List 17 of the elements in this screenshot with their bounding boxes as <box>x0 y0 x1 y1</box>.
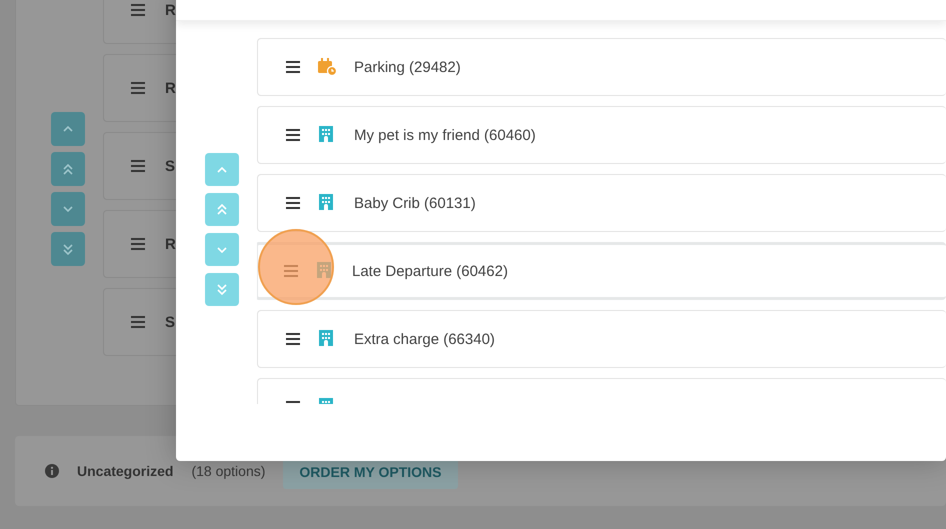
option-row[interactable]: My pet is my friend (60460) <box>257 106 946 164</box>
option-label: Parking (29482) <box>354 58 461 76</box>
option-label: Late Departure (60462) <box>352 262 508 280</box>
option-label: S <box>165 158 176 174</box>
option-label: R <box>165 2 176 18</box>
option-row[interactable]: Parking (29482) <box>257 38 946 96</box>
option-row[interactable]: Late Departure (60462) <box>257 242 946 300</box>
option-label: R <box>165 236 176 252</box>
category-title: Uncategorized <box>77 463 174 479</box>
option-label: Extra charge (66340) <box>354 330 495 348</box>
option-label: My pet is my friend (60460) <box>354 126 536 144</box>
option-count: (18 options) <box>191 463 266 479</box>
option-label: R <box>165 80 176 96</box>
option-label: Baby Crib (60131) <box>354 194 476 212</box>
option-row[interactable]: Extra charge (66340) <box>257 310 946 368</box>
option-row[interactable]: Baby Crib (60131) <box>257 174 946 232</box>
option-label: S <box>165 314 176 330</box>
